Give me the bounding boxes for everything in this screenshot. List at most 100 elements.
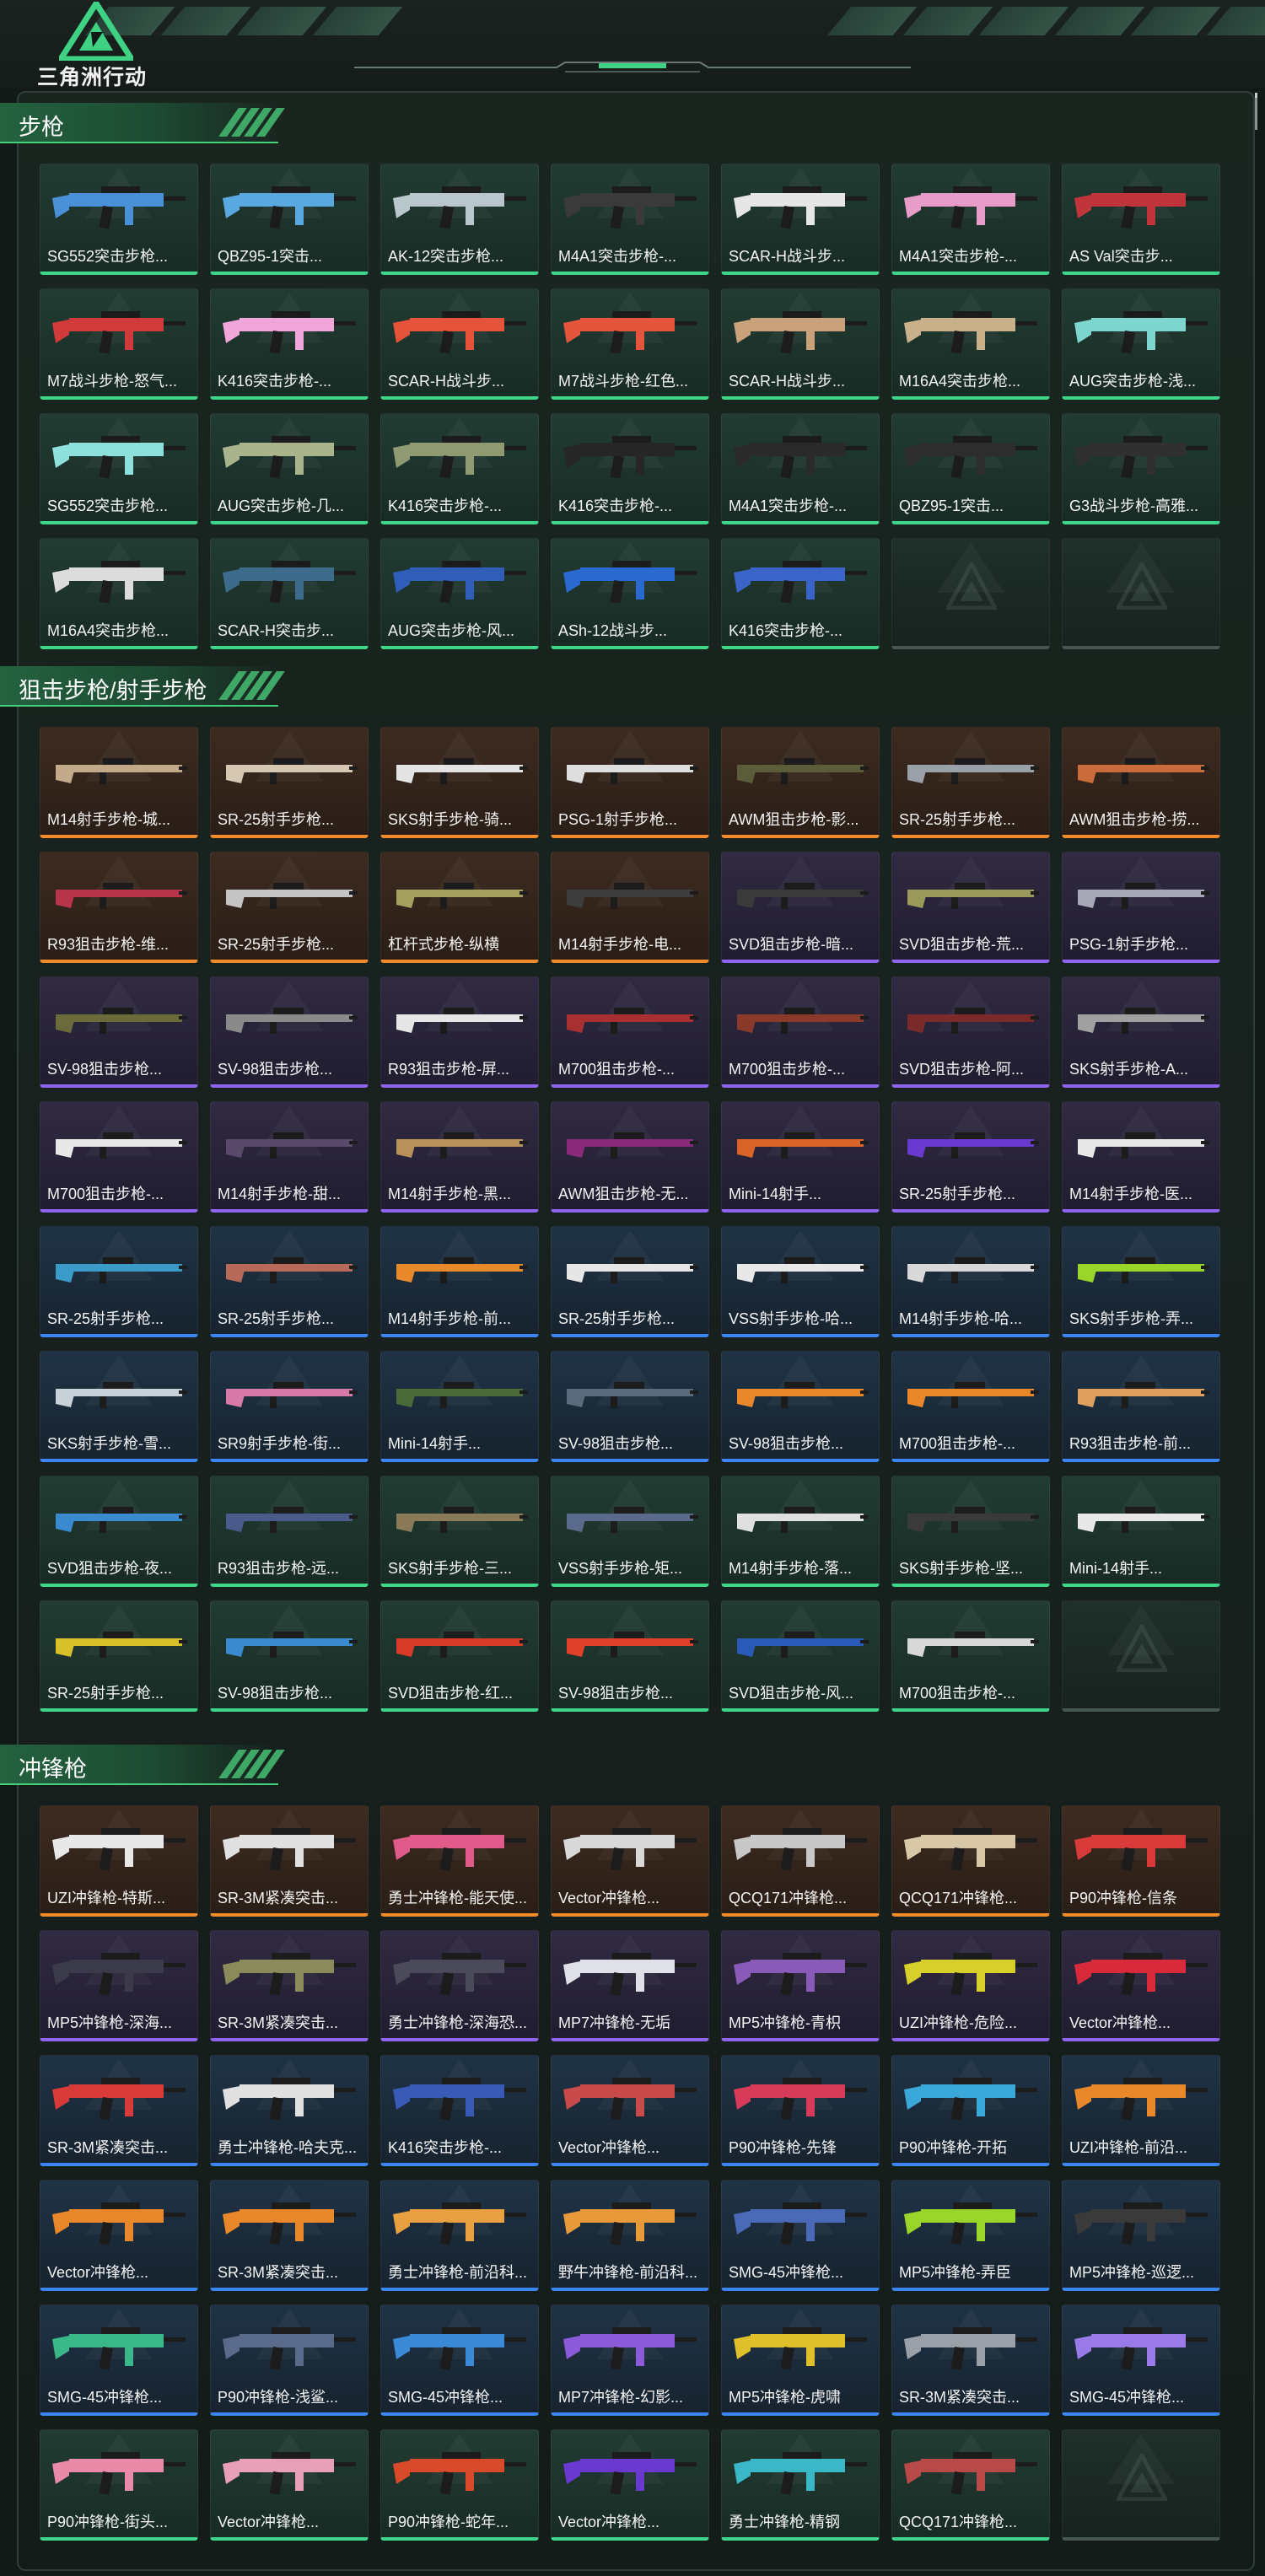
weapon-card[interactable]: QBZ95-1突击... [891,413,1050,524]
weapon-card[interactable]: SKS射手步枪-坚... [891,1476,1050,1587]
weapon-card[interactable]: Vector冲锋枪... [1062,1930,1220,2041]
weapon-card[interactable]: 勇士冲锋枪-深海恐... [380,1930,539,2041]
weapon-card[interactable]: K416突击步枪-... [721,538,880,649]
weapon-card[interactable]: M14射手步枪-甜... [210,1101,369,1213]
weapon-card[interactable]: SR-3M紧凑突击... [210,2180,369,2291]
weapon-card[interactable]: VSS射手步枪-哈... [721,1226,880,1337]
weapon-card[interactable]: MP7冲锋枪-幻影... [551,2304,709,2416]
weapon-card[interactable]: K416突击步枪-... [380,413,539,524]
weapon-card[interactable]: M4A1突击步枪-... [551,164,709,275]
weapon-card[interactable]: K416突击步枪-... [380,2055,539,2166]
weapon-card[interactable]: AK-12突击步枪... [380,164,539,275]
weapon-card[interactable]: M14射手步枪-前... [380,1226,539,1337]
weapon-card[interactable]: SVD狙击步枪-夜... [40,1476,198,1587]
weapon-card[interactable]: R93狙击步枪-屏... [380,976,539,1088]
weapon-card[interactable]: M14射手步枪-黑... [380,1101,539,1213]
weapon-card[interactable]: Vector冲锋枪... [40,2180,198,2291]
weapon-card[interactable]: M14射手步枪-城... [40,727,198,838]
weapon-card[interactable]: QCQ171冲锋枪... [891,2429,1050,2541]
weapon-card[interactable]: SV-98狙击步枪... [210,1600,369,1712]
weapon-card[interactable]: SKS射手步枪-骑... [380,727,539,838]
weapon-card[interactable]: 勇士冲锋枪-哈夫克... [210,2055,369,2166]
weapon-card[interactable]: G3战斗步枪-高雅... [1062,413,1220,524]
weapon-card[interactable]: SV-98狙击步枪... [551,1600,709,1712]
weapon-card[interactable]: K416突击步枪-... [210,288,369,400]
weapon-card[interactable]: VSS射手步枪-矩... [551,1476,709,1587]
weapon-card[interactable]: M14射手步枪-哈... [891,1226,1050,1337]
weapon-card[interactable]: AWM狙击步枪-无... [551,1101,709,1213]
weapon-card[interactable]: R93狙击步枪-前... [1062,1351,1220,1462]
weapon-card[interactable]: SR-3M紧凑突击... [40,2055,198,2166]
weapon-card[interactable]: SVD狙击步枪-风... [721,1600,880,1712]
weapon-card[interactable]: SCAR-H战斗步... [380,288,539,400]
weapon-card[interactable]: UZI冲锋枪-危险... [891,1930,1050,2041]
weapon-card[interactable]: AWM狙击步枪-影... [721,727,880,838]
weapon-card[interactable]: 野牛冲锋枪-前沿科... [551,2180,709,2291]
weapon-card[interactable]: Vector冲锋枪... [551,1805,709,1917]
weapon-card[interactable]: M700狙击步枪-... [891,1351,1050,1462]
weapon-card[interactable]: M700狙击步枪-... [891,1600,1050,1712]
weapon-card[interactable]: MP5冲锋枪-弄臣 [891,2180,1050,2291]
weapon-card[interactable]: M14射手步枪-医... [1062,1101,1220,1213]
weapon-card[interactable]: QCQ171冲锋枪... [721,1805,880,1917]
weapon-card[interactable]: AUG突击步枪-几... [210,413,369,524]
weapon-card[interactable]: SR9射手步枪-街... [210,1351,369,1462]
weapon-card[interactable]: SCAR-H突击步... [210,538,369,649]
weapon-card[interactable]: SR-3M紧凑突击... [210,1930,369,2041]
weapon-card[interactable]: MP5冲锋枪-青枳 [721,1930,880,2041]
weapon-card[interactable]: M700狙击步枪-... [40,1101,198,1213]
weapon-card[interactable]: SV-98狙击步枪... [721,1351,880,1462]
weapon-card[interactable]: SR-3M紧凑突击... [891,2304,1050,2416]
weapon-card[interactable]: AUG突击步枪-风... [380,538,539,649]
weapon-card[interactable]: SKS射手步枪-弄... [1062,1226,1220,1337]
weapon-card[interactable]: M16A4突击步枪... [891,288,1050,400]
weapon-card[interactable]: Vector冲锋枪... [210,2429,369,2541]
weapon-card[interactable]: Mini-14射手... [380,1351,539,1462]
weapon-card[interactable]: SV-98狙击步枪... [210,976,369,1088]
weapon-card[interactable]: M14射手步枪-落... [721,1476,880,1587]
weapon-card[interactable]: SMG-45冲锋枪... [380,2304,539,2416]
weapon-card[interactable]: K416突击步枪-... [551,413,709,524]
weapon-card[interactable]: MP5冲锋枪-虎啸 [721,2304,880,2416]
weapon-card[interactable]: UZI冲锋枪-特斯... [40,1805,198,1917]
weapon-card[interactable]: M7战斗步枪-红色... [551,288,709,400]
weapon-card[interactable]: SV-98狙击步枪... [40,976,198,1088]
weapon-card[interactable]: Mini-14射手... [1062,1476,1220,1587]
weapon-card[interactable]: M7战斗步枪-怒气... [40,288,198,400]
weapon-card[interactable]: MP7冲锋枪-无垢 [551,1930,709,2041]
weapon-card[interactable]: SR-25射手步枪... [551,1226,709,1337]
weapon-card[interactable]: R93狙击步枪-远... [210,1476,369,1587]
weapon-card[interactable]: M4A1突击步枪-... [721,413,880,524]
weapon-card[interactable]: 勇士冲锋枪-能天使... [380,1805,539,1917]
weapon-card[interactable]: QBZ95-1突击... [210,164,369,275]
weapon-card[interactable]: P90冲锋枪-街头... [40,2429,198,2541]
weapon-card[interactable]: SR-25射手步枪... [40,1600,198,1712]
weapon-card[interactable]: AWM狙击步枪-捞... [1062,727,1220,838]
weapon-card[interactable]: SMG-45冲锋枪... [721,2180,880,2291]
weapon-card[interactable]: AS Val突击步... [1062,164,1220,275]
weapon-card[interactable]: QCQ171冲锋枪... [891,1805,1050,1917]
weapon-card[interactable]: SR-25射手步枪... [891,727,1050,838]
weapon-card[interactable]: SKS射手步枪-三... [380,1476,539,1587]
weapon-card[interactable]: P90冲锋枪-蛇年... [380,2429,539,2541]
weapon-card[interactable]: R93狙击步枪-维... [40,852,198,963]
weapon-card[interactable]: SVD狙击步枪-红... [380,1600,539,1712]
weapon-card[interactable]: Mini-14射手... [721,1101,880,1213]
weapon-card[interactable]: SVD狙击步枪-暗... [721,852,880,963]
weapon-card[interactable]: 勇士冲锋枪-精钢 [721,2429,880,2541]
weapon-card[interactable]: SVD狙击步枪-荒... [891,852,1050,963]
weapon-card[interactable]: M4A1突击步枪-... [891,164,1050,275]
weapon-card[interactable]: AUG突击步枪-浅... [1062,288,1220,400]
weapon-card[interactable]: SKS射手步枪-雪... [40,1351,198,1462]
weapon-card[interactable]: P90冲锋枪-信条 [1062,1805,1220,1917]
weapon-card[interactable]: P90冲锋枪-开拓 [891,2055,1050,2166]
weapon-card[interactable]: P90冲锋枪-先锋 [721,2055,880,2166]
weapon-card[interactable]: SMG-45冲锋枪... [40,2304,198,2416]
weapon-card[interactable]: SCAR-H战斗步... [721,164,880,275]
weapon-card[interactable]: SVD狙击步枪-阿... [891,976,1050,1088]
weapon-card[interactable]: M700狙击步枪-... [551,976,709,1088]
weapon-card[interactable]: ASh-12战斗步... [551,538,709,649]
weapon-card[interactable]: PSG-1射手步枪... [1062,852,1220,963]
weapon-card[interactable]: 勇士冲锋枪-前沿科... [380,2180,539,2291]
weapon-card[interactable]: PSG-1射手步枪... [551,727,709,838]
